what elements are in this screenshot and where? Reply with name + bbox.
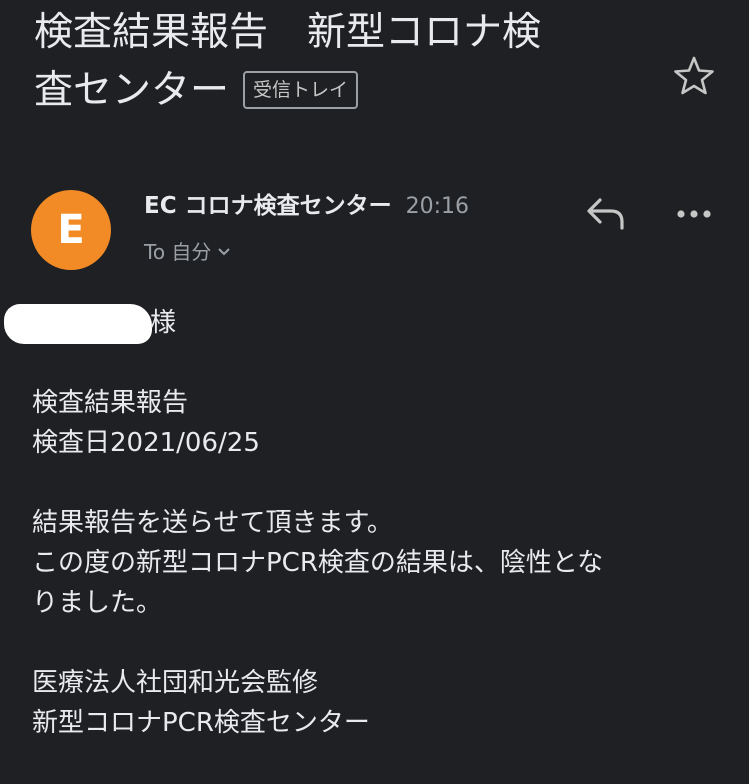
result-intro: 結果報告を送らせて頂きます。 xyxy=(32,508,393,538)
inbox-label-chip[interactable]: 受信トレイ xyxy=(243,71,359,109)
test-date: 検査日2021/06/25 xyxy=(32,428,260,458)
sender-name: EC コロナ検査センター xyxy=(144,193,392,219)
signature-org: 医療法人社団和光会監修 xyxy=(32,668,319,698)
chevron-down-icon xyxy=(217,238,231,262)
subject-line-2: 査センター xyxy=(34,68,230,113)
recipient-toggle[interactable]: To 自分 xyxy=(144,236,231,265)
salutation: 様 xyxy=(150,308,177,338)
sender-row: EC コロナ検査センター 20:16 xyxy=(144,186,469,220)
report-block: 検査結果報告 検査日2021/06/25 xyxy=(32,383,712,463)
result-line-a: この度の新型コロナPCR検査の結果は、陰性とな xyxy=(32,548,604,578)
star-icon[interactable] xyxy=(672,54,716,98)
signature-center: 新型コロナPCR検査センター xyxy=(32,708,370,738)
reply-button[interactable] xyxy=(584,194,628,234)
reply-icon xyxy=(587,198,624,230)
report-title: 検査結果報告 xyxy=(32,388,189,418)
signature-block: 医療法人社団和光会監修 新型コロナPCR検査センター xyxy=(32,663,712,743)
sender-avatar[interactable]: E xyxy=(31,190,111,270)
email-subject: 検査結果報告 新型コロナ検 査センター 受信トレイ xyxy=(34,4,634,120)
result-block: 結果報告を送らせて頂きます。 この度の新型コロナPCR検査の結果は、陰性とな り… xyxy=(32,503,712,623)
more-options-button[interactable] xyxy=(672,196,716,232)
message-time: 20:16 xyxy=(405,194,470,219)
redaction-mark xyxy=(4,304,152,344)
recipient-label: To 自分 xyxy=(144,240,212,264)
subject-line-1: 検査結果報告 新型コロナ検 xyxy=(34,10,542,55)
more-horizontal-icon xyxy=(677,210,711,218)
result-line-b: りました。 xyxy=(32,588,163,618)
